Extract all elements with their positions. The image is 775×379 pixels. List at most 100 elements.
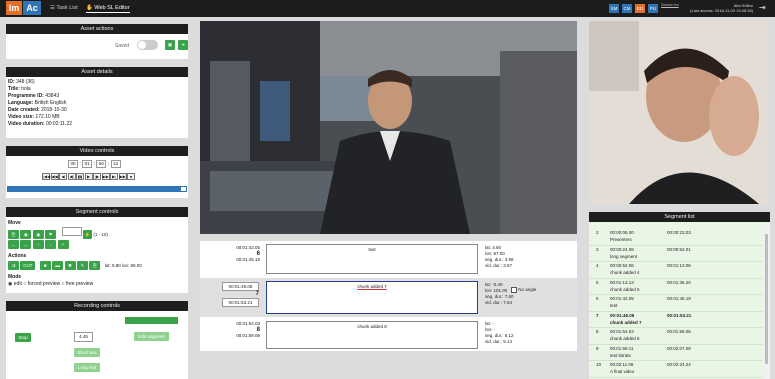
list-item[interactable]: 6 00:01:42.05 00:01:45.19 test [589,295,763,312]
list-item-start: 00:00:06.00 [610,230,634,235]
stop-button[interactable]: Stop [15,333,31,342]
time-inputs: 00 : 01 : 50 : 13 [68,160,121,168]
segment-first-icon[interactable]: ⎘ [8,230,19,239]
user-badge-pu[interactable]: PU [648,4,658,13]
prev-frame-icon[interactable]: ◀| [67,173,76,180]
list-item-number: 4 [596,263,599,268]
list-item[interactable]: 4 00:00:52.06 00:01:13.06 chunk added 4 [589,262,763,279]
list-item[interactable]: 10 00:02:11.06 00:02:24.24 A final video [589,361,763,378]
nav-task-list[interactable]: ☰ Task List [50,5,78,11]
forward-icon[interactable]: ▶▶ [101,173,110,180]
cur-text-box[interactable]: chunk added 7 [266,281,478,314]
user-info: Alex Editor (Last access: 2018-11-03 13:… [689,3,753,13]
list-item-start: 00:01:46.06 [610,312,635,318]
next-end: 00:01:59.06 [236,333,260,338]
go-to-segment-icon[interactable]: ⚡ [82,230,92,239]
segment-list-scrollbar[interactable] [764,226,769,379]
list-item-text: long segment [610,253,638,259]
edit-segment-button[interactable]: Edit segment [134,332,169,341]
delete-icon[interactable]: ✖ [64,261,76,270]
segment-next-icon[interactable]: ◉ [32,230,44,239]
long-text-button[interactable]: Long text [74,363,100,372]
prev-meta: lat: 4.60 lon: 87.00 seg. dur.: 3.98 vid… [485,245,514,268]
segment-list-title: Segment list [589,212,770,222]
cur-end-input[interactable]: 00:01:53.21 [222,298,259,307]
rewind-fast-icon[interactable]: ◀◀ [50,173,59,180]
asset-details-list: ID: 348 (36) Title: hola Programme ID: 4… [6,77,188,130]
arrow-down-icon[interactable]: ↓ [45,240,57,249]
list-item-start: 00:01:59.11 [610,345,634,351]
frames-input[interactable]: 13 [110,160,121,168]
prev-segment-times: 00:01:42.05 6 00:01:45.19 [220,245,260,263]
go-end-icon[interactable]: ▶▶| [118,173,127,180]
check-icon[interactable]: ✓ [57,240,69,249]
scrollbar-thumb[interactable] [765,234,768,364]
timeline-segment-current[interactable]: 00:01:46.06 7 00:01:53.21 chunk added 7 … [200,278,577,317]
cur-segment-times: 00:01:46.06 7 00:01:53.21 [222,282,259,307]
nav-web-sl-editor[interactable]: ✋ Web SL Editor [86,5,130,13]
list-item[interactable]: 2 00:00:06.00 00:00:23.03 Presenters [589,229,763,246]
user-badge-ed[interactable]: ED [635,4,645,13]
next-text-box[interactable]: chunk added 8 [266,321,478,349]
segment-list-panel: Segment list 2 00:00:06.00 00:00:23.03 Pres… [589,212,770,379]
recording-value-input[interactable]: 4.45 [74,332,93,342]
arrow-left-icon[interactable]: ← [8,240,19,249]
no-angle-checkbox[interactable]: No angle [511,287,536,293]
list-item[interactable]: 8 00:01:54.03 00:01:59.06 chunk added 8 [589,328,763,345]
short-text-button[interactable]: Short text [74,348,100,357]
segment-last-icon[interactable]: ⚑ [45,230,57,239]
main-video-frame [200,21,577,234]
prev-text-box[interactable]: test [266,244,478,274]
pause-icon[interactable]: ▮▮ [76,173,84,180]
forward-fast-icon[interactable]: ▶| [110,173,118,180]
go-start-icon[interactable]: |◀◀ [42,173,50,180]
detail-video-duration: Video duration: 00:02:11.22 [8,121,73,127]
list-item[interactable]: 7 00:01:46.06 00:01:53.21 chunk added 7 [589,312,763,328]
arrow-right-icon[interactable]: → [20,240,32,249]
segment-prev-icon[interactable]: ◉ [20,230,32,239]
video-progress-bar[interactable] [7,186,187,192]
merge-icon[interactable]: ⇉ [8,261,19,270]
saved-label: Saved [115,43,130,49]
arrow-up-icon[interactable]: ↑ [32,240,44,249]
detail-language: Language: British English [8,100,67,106]
copy-icon[interactable]: ⎘ [89,261,101,270]
logo-im: Im [6,1,22,15]
logout-icon[interactable]: ⇥ [759,3,766,12]
user-badge-sm[interactable]: SM [609,4,619,13]
rewind-icon[interactable]: ◀ [59,173,67,180]
saved-toggle[interactable] [137,40,158,50]
list-item-end: 00:02:24.24 [667,362,691,367]
save-icon[interactable]: ▣ [165,40,175,50]
timeline-segment-prev[interactable]: 00:01:42.05 6 00:01:45.19 test lat: 4.60… [200,241,577,277]
list-item[interactable]: 9 00:01:59.11 00:02:07.08 test bitrate [589,345,763,361]
minutes-input[interactable]: 01 [82,160,93,168]
segment-range: (1 - 10) [93,232,108,237]
main-video-player[interactable] [200,21,577,234]
stop-icon[interactable]: ⏹ [127,173,135,180]
top-bar: Im Ac ☰ Task List ✋ Web SL Editor SM CM … [0,0,775,17]
asset-actions-title: Asset actions [6,24,188,34]
timeline-segment-next[interactable]: 00:01:54.03 8 00:01:59.06 chunk added 8 … [200,318,577,351]
no-angle-box[interactable] [511,287,517,293]
user-badge-cm[interactable]: CM [622,4,632,13]
list-item-text: chunk added 7 [610,319,642,325]
segment-number-input[interactable] [61,227,82,236]
cur-start-input[interactable]: 00:01:46.06 [222,282,259,291]
list-item-start: 00:00:52.06 [610,263,634,268]
list-item[interactable]: 5 00:01:13.13 00:01:35.20 chunk added 5 [589,279,763,295]
play-icon[interactable]: ▶ [84,173,93,180]
edit-icon[interactable]: ✎ [76,261,88,270]
next-frame-icon[interactable]: |▶ [93,173,101,180]
minus-icon[interactable]: ▬ [52,261,64,270]
cut-button[interactable]: CUT [20,261,36,270]
list-item[interactable]: 3 00:00:24.08 00:00:52.01 long segment [589,246,763,262]
forward-arrow-icon[interactable]: ➜ [178,40,188,50]
stop-square-icon[interactable]: ■ [39,261,51,270]
lat-lon-readout: lat: 9.80 lon: 89.00 [104,263,142,268]
hours-input[interactable]: 00 [68,160,78,168]
transport-buttons: |◀◀◀◀ ◀ ◀| ▮▮ ▶ |▶ ▶▶ ▶| ▶▶| ⏹ [42,173,136,180]
seconds-input[interactable]: 50 [96,160,107,168]
session-list-link[interactable]: Session list [661,3,679,7]
list-item-number: 6 [596,296,599,301]
